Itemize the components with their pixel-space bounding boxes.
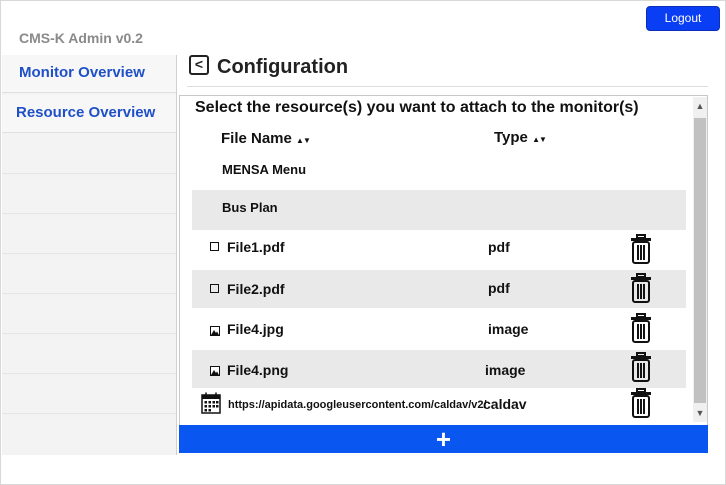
column-header-file-name[interactable]: File Name ▲▼ <box>221 130 311 147</box>
sidebar-divider <box>2 173 176 174</box>
table-row[interactable]: https://apidata.googleusercontent.com/ca… <box>192 388 686 425</box>
column-header-label: File Name <box>221 130 292 147</box>
image-file-icon <box>210 323 220 341</box>
list-item[interactable]: Bus Plan <box>192 190 686 230</box>
trash-icon[interactable] <box>630 273 652 308</box>
checkbox-icon[interactable] <box>210 242 219 251</box>
sidebar-divider <box>2 293 176 294</box>
logout-button[interactable]: Logout <box>646 6 720 31</box>
sidebar-item-monitor-overview[interactable]: Monitor Overview <box>2 55 176 93</box>
file-type: pdf <box>488 280 510 296</box>
list-item-label: Bus Plan <box>222 200 278 215</box>
app-title: CMS-K Admin v0.2 <box>19 30 143 46</box>
list-item[interactable]: MENSA Menu <box>192 152 686 188</box>
checkbox-icon[interactable] <box>210 284 219 293</box>
file-name: File2.pdf <box>227 281 285 297</box>
table-row[interactable]: File4.jpg image <box>192 310 686 348</box>
table-row[interactable]: File1.pdf pdf <box>192 230 686 268</box>
back-button[interactable]: < <box>189 55 209 75</box>
sidebar-divider <box>2 253 176 254</box>
trash-icon[interactable] <box>630 313 652 348</box>
scrollbar-thumb[interactable] <box>694 118 706 403</box>
sidebar-item-resource-overview[interactable]: Resource Overview <box>2 95 176 133</box>
sidebar-divider <box>2 333 176 334</box>
sidebar: Monitor Overview Resource Overview <box>2 55 177 455</box>
title-divider <box>187 86 708 87</box>
page-title: Configuration <box>217 56 349 78</box>
file-name: File4.png <box>227 362 289 378</box>
file-name: File4.jpg <box>227 321 284 337</box>
trash-icon[interactable] <box>630 234 652 269</box>
table-row[interactable]: File2.pdf pdf <box>192 270 686 308</box>
column-header-type[interactable]: Type ▲▼ <box>494 129 547 146</box>
file-type: caldav <box>483 396 527 412</box>
file-name: https://apidata.googleusercontent.com/ca… <box>228 399 487 411</box>
image-file-icon <box>210 363 220 381</box>
sidebar-divider <box>2 413 176 414</box>
table-row[interactable]: File4.png image <box>192 350 686 388</box>
column-header-label: Type <box>494 129 528 146</box>
trash-icon[interactable] <box>630 352 652 387</box>
file-type: image <box>485 362 526 378</box>
resource-prompt: Select the resource(s) you want to attac… <box>195 99 639 116</box>
file-type: pdf <box>488 239 510 255</box>
list-item-label: MENSA Menu <box>222 162 307 177</box>
calendar-icon <box>201 392 221 419</box>
scroll-down-icon[interactable]: ▼ <box>693 408 707 418</box>
sidebar-divider <box>2 213 176 214</box>
scroll-up-icon[interactable]: ▲ <box>693 101 707 111</box>
sort-icon[interactable]: ▲▼ <box>532 135 547 144</box>
trash-icon[interactable] <box>630 388 652 423</box>
add-resource-button[interactable]: + <box>179 425 708 453</box>
file-type: image <box>488 321 529 337</box>
file-name: File1.pdf <box>227 239 285 255</box>
sidebar-divider <box>2 373 176 374</box>
sort-icon[interactable]: ▲▼ <box>296 136 311 145</box>
